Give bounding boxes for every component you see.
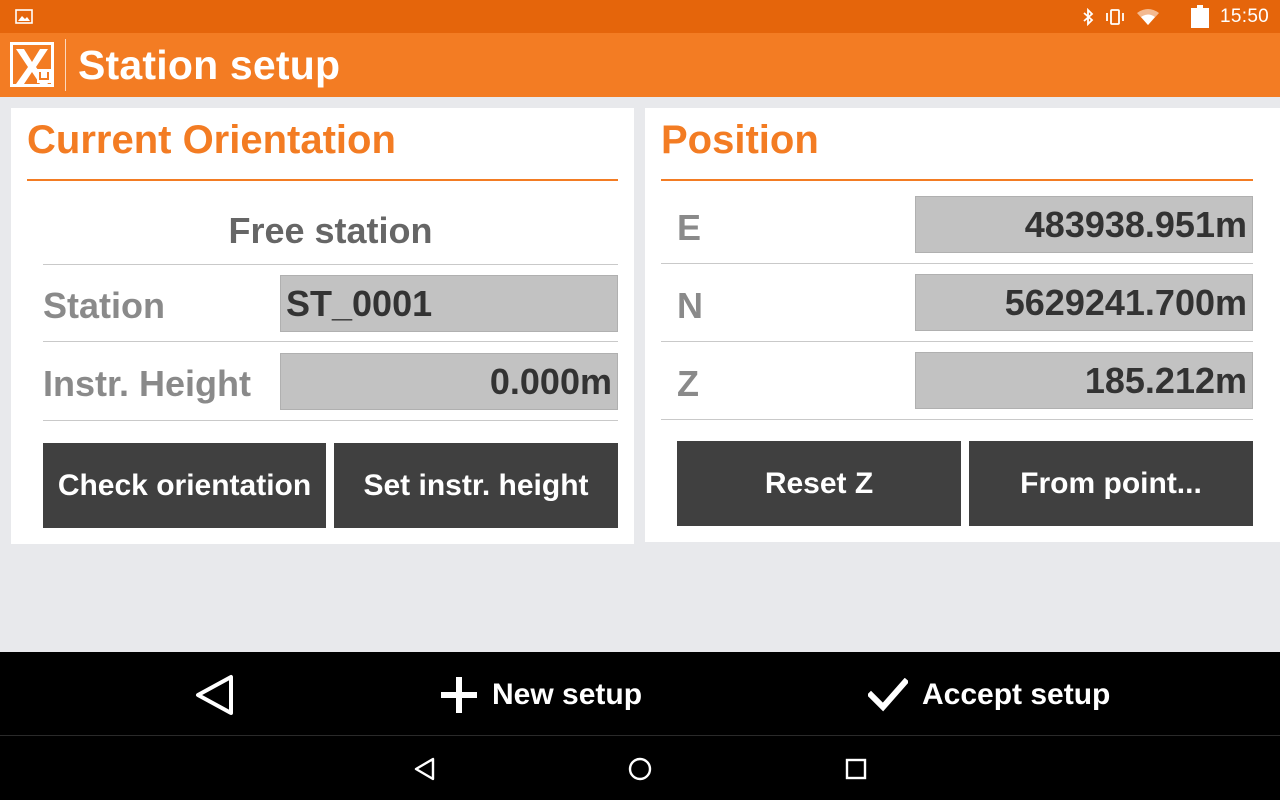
action-bar: New setup Accept setup [0, 652, 1280, 736]
accept-setup-label: Accept setup [922, 678, 1111, 711]
set-instr-height-button[interactable]: Set instr. height [334, 443, 618, 528]
check-orientation-button[interactable]: Check orientation [43, 443, 326, 528]
orientation-panel-title: Current Orientation [27, 118, 396, 162]
position-panel-title: Position [661, 118, 819, 162]
orientation-mode: Free station [228, 210, 433, 251]
app-logo-icon[interactable] [10, 42, 54, 87]
reset-z-button[interactable]: Reset Z [677, 441, 961, 526]
status-bar: 15:50 [0, 0, 1280, 33]
station-field[interactable]: ST_0001 [280, 275, 618, 332]
app-bar: Station setup [0, 33, 1280, 97]
new-setup-button[interactable]: New setup [440, 672, 642, 718]
northing-label: N [677, 285, 703, 326]
row-divider [661, 341, 1253, 342]
page-title: Station setup [78, 42, 341, 88]
back-icon[interactable] [193, 674, 235, 716]
vibrate-icon [1106, 9, 1124, 25]
row-divider [43, 341, 618, 342]
nav-back-icon[interactable] [412, 756, 438, 782]
row-divider [43, 420, 618, 421]
row-divider [43, 264, 618, 265]
easting-field[interactable]: 483938.951m [915, 196, 1253, 253]
row-divider [661, 419, 1253, 420]
wifi-icon [1137, 9, 1159, 25]
system-nav-bar [0, 736, 1280, 800]
clock-time: 15:50 [1220, 6, 1270, 27]
easting-label: E [677, 207, 702, 248]
station-label: Station [43, 285, 165, 326]
new-setup-label: New setup [492, 678, 643, 711]
orientation-panel: Current Orientation Free station Station… [11, 108, 634, 544]
app-bar-divider [65, 39, 66, 91]
accept-setup-button[interactable]: Accept setup [868, 672, 1110, 718]
plus-icon [441, 677, 477, 713]
position-title-rule [661, 179, 1253, 181]
battery-icon [1191, 5, 1209, 28]
instr-height-field[interactable]: 0.000m [280, 353, 618, 410]
instr-height-label: Instr. Height [43, 363, 252, 404]
checkmark-icon [868, 678, 908, 712]
northing-field[interactable]: 5629241.700m [915, 274, 1253, 331]
from-point-button[interactable]: From point... [969, 441, 1253, 526]
elevation-label: Z [677, 363, 699, 404]
bluetooth-icon [1083, 8, 1094, 26]
nav-home-icon[interactable] [627, 756, 653, 782]
gallery-icon [15, 9, 33, 24]
orientation-title-rule [27, 179, 618, 181]
row-divider [661, 263, 1253, 264]
nav-recents-icon[interactable] [843, 756, 869, 782]
elevation-field[interactable]: 185.212m [915, 352, 1253, 409]
position-panel: Position E 483938.951m N 5629241.700m Z … [645, 108, 1280, 542]
